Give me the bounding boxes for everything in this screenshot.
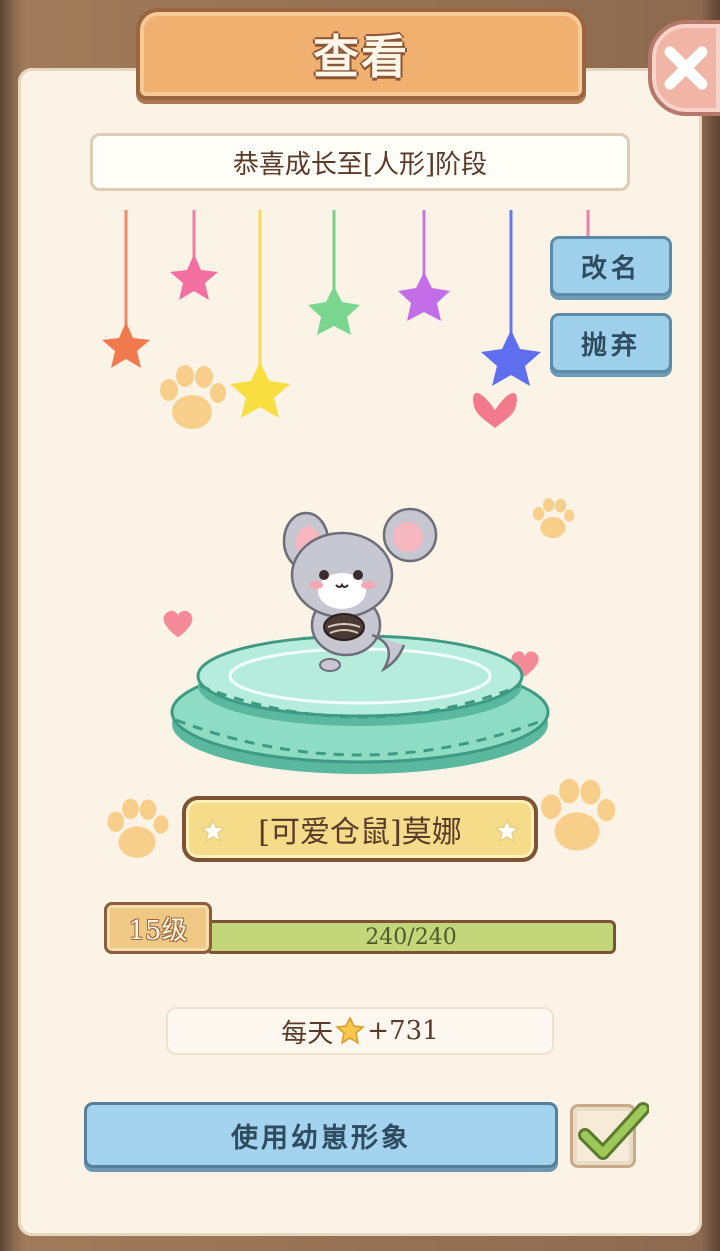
paw-print-icon: [541, 778, 616, 851]
title-plate: 查看: [136, 8, 586, 100]
daily-amount: +731: [367, 1016, 439, 1046]
paw-print-icon: [533, 498, 575, 539]
star-icon: [200, 818, 226, 843]
paw-print-icon: [107, 798, 169, 858]
pet-name: [可爱仓鼠]莫娜: [258, 815, 462, 850]
growth-message: 恭喜成长至[人形]阶段: [90, 133, 630, 191]
pet-name-plate: [可爱仓鼠]莫娜: [182, 796, 538, 862]
checkmark-icon: [578, 1102, 649, 1160]
star-coin-icon: [335, 1016, 366, 1045]
use-baby-image-checkbox[interactable]: [570, 1102, 649, 1168]
xp-progress-bar: 240/240: [206, 920, 616, 954]
dialog-title: 查看: [313, 30, 409, 84]
paw-print-icon: [160, 365, 226, 429]
daily-income: 每天 +731: [166, 1007, 554, 1055]
close-button[interactable]: [648, 20, 720, 116]
star-icon: [494, 818, 520, 843]
xp-text: 240/240: [365, 924, 457, 950]
abandon-label: 抛弃: [580, 330, 641, 361]
daily-prefix: 每天: [281, 1018, 334, 1049]
level-badge: 15级: [104, 902, 212, 954]
close-icon: [664, 46, 708, 90]
hamster-pet-image: [282, 507, 438, 673]
rename-label: 改名: [580, 253, 641, 284]
level-text: 15级: [128, 915, 188, 946]
use-baby-image-label: 使用幼崽形象: [231, 1122, 411, 1154]
abandon-button[interactable]: 抛弃: [550, 313, 672, 373]
use-baby-image-button[interactable]: 使用幼崽形象: [84, 1102, 558, 1168]
rename-button[interactable]: 改名: [550, 236, 672, 296]
growth-message-text: 恭喜成长至[人形]阶段: [232, 149, 488, 180]
